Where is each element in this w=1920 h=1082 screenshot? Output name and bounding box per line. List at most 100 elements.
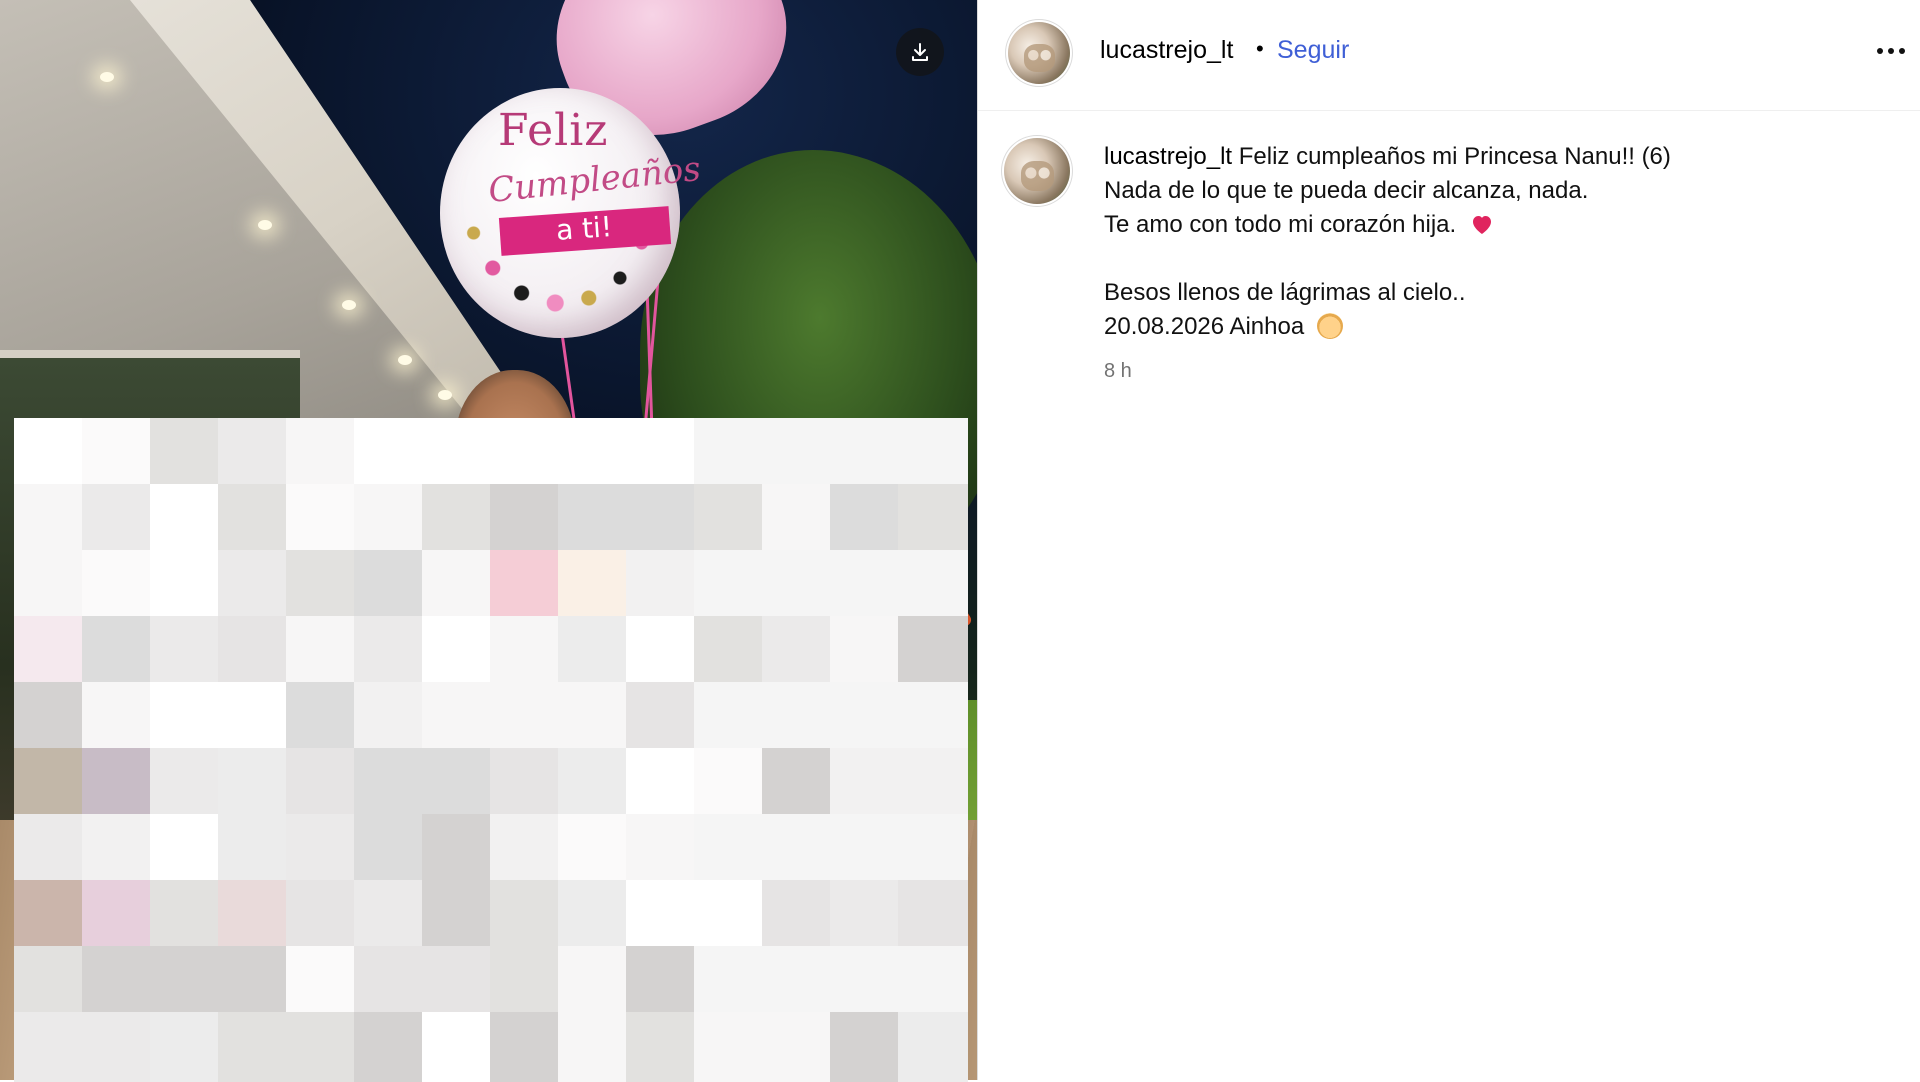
mosaic-tile — [14, 616, 84, 686]
mosaic-tile — [218, 880, 288, 950]
download-button[interactable] — [896, 28, 944, 76]
mosaic-tile — [558, 946, 628, 1016]
mosaic-tile — [830, 616, 900, 686]
mosaic-tile — [14, 946, 84, 1016]
post-caption: lucastrejo_lt Feliz cumpleaños mi Prince… — [1104, 140, 1884, 344]
mosaic-tile — [82, 682, 152, 752]
separator-dot: • — [1256, 36, 1264, 61]
mosaic-tile — [694, 1012, 764, 1082]
mosaic-tile — [490, 946, 560, 1016]
mosaic-tile — [82, 946, 152, 1016]
mosaic-tile — [422, 550, 492, 620]
balloon-text-feliz: Feliz — [498, 105, 609, 156]
mosaic-tile — [898, 880, 968, 950]
caption-text: Feliz cumpleaños mi Princesa Nanu!! (6) — [1238, 143, 1671, 170]
mosaic-tile — [286, 550, 356, 620]
mosaic-tile — [626, 550, 696, 620]
mosaic-tile — [898, 484, 968, 554]
mosaic-tile — [762, 1012, 832, 1082]
pixelated-comments — [14, 418, 968, 1082]
mosaic-tile — [626, 484, 696, 554]
caption-avatar[interactable] — [1004, 138, 1070, 204]
mosaic-tile — [626, 946, 696, 1016]
mosaic-tile — [694, 814, 764, 884]
mosaic-tile — [830, 418, 900, 488]
mosaic-tile — [422, 418, 492, 488]
mosaic-tile — [626, 682, 696, 752]
ceiling-light — [100, 72, 114, 82]
mosaic-tile — [898, 946, 968, 1016]
mosaic-tile — [898, 1012, 968, 1082]
mosaic-tile — [898, 616, 968, 686]
mosaic-tile — [218, 418, 288, 488]
mosaic-tile — [218, 1012, 288, 1082]
mosaic-tile — [762, 418, 832, 488]
mosaic-tile — [762, 550, 832, 620]
mosaic-tile — [14, 682, 84, 752]
mosaic-tile — [558, 814, 628, 884]
baby-angel-emoji-icon — [1316, 313, 1343, 339]
mosaic-tile — [626, 880, 696, 950]
mosaic-tile — [150, 550, 220, 620]
mosaic-tile — [830, 946, 900, 1016]
ceiling-light — [398, 355, 412, 365]
caption-line: lucastrejo_lt Feliz cumpleaños mi Prince… — [1104, 140, 1884, 174]
mosaic-tile — [558, 748, 628, 818]
mosaic-tile — [82, 1012, 152, 1082]
mosaic-tile — [694, 616, 764, 686]
mosaic-tile — [354, 880, 424, 950]
mosaic-tile — [762, 946, 832, 1016]
caption-line: 20.08.2026 Ainhoa — [1104, 310, 1884, 344]
mosaic-tile — [490, 682, 560, 752]
caption-username-link[interactable]: lucastrejo_lt — [1104, 143, 1232, 170]
avatar[interactable] — [1008, 22, 1070, 84]
ceiling-light — [438, 390, 452, 400]
more-options-button[interactable] — [1876, 30, 1906, 64]
mosaic-tile — [694, 880, 764, 950]
mosaic-tile — [694, 748, 764, 818]
mosaic-tile — [218, 550, 288, 620]
mosaic-tile — [82, 616, 152, 686]
mosaic-tile — [422, 682, 492, 752]
mosaic-tile — [830, 1012, 900, 1082]
mosaic-tile — [626, 418, 696, 488]
mosaic-tile — [354, 484, 424, 554]
mosaic-tile — [286, 484, 356, 554]
username-link[interactable]: lucastrejo_lt — [1100, 36, 1233, 65]
mosaic-tile — [558, 1012, 628, 1082]
mosaic-tile — [354, 418, 424, 488]
post-timestamp[interactable]: 8 h — [1104, 360, 1132, 383]
mosaic-tile — [82, 880, 152, 950]
more-horizontal-icon — [1877, 48, 1905, 54]
mosaic-tile — [286, 418, 356, 488]
mosaic-tile — [490, 616, 560, 686]
mosaic-tile — [286, 1012, 356, 1082]
red-heart-emoji-icon — [1472, 216, 1491, 234]
mosaic-tile — [14, 418, 84, 488]
follow-button[interactable]: Seguir — [1277, 36, 1349, 65]
mosaic-tile — [490, 550, 560, 620]
mosaic-tile — [830, 484, 900, 554]
mosaic-tile — [422, 946, 492, 1016]
mosaic-tile — [218, 946, 288, 1016]
mosaic-tile — [14, 1012, 84, 1082]
mosaic-tile — [422, 814, 492, 884]
mosaic-tile — [286, 814, 356, 884]
caption-text: Besos llenos de lágrimas al cielo.. — [1104, 279, 1466, 306]
mosaic-tile — [354, 616, 424, 686]
mosaic-tile — [286, 616, 356, 686]
post-details-panel: lucastrejo_lt • Seguir lucastrejo_lt Fel… — [978, 0, 1920, 1080]
mosaic-tile — [490, 484, 560, 554]
mosaic-tile — [830, 814, 900, 884]
mosaic-tile — [14, 484, 84, 554]
mosaic-tile — [898, 682, 968, 752]
mosaic-tile — [150, 418, 220, 488]
balloon-text-a-ti: a ti! — [554, 210, 614, 247]
mosaic-tile — [14, 880, 84, 950]
mosaic-tile — [354, 550, 424, 620]
mosaic-tile — [286, 880, 356, 950]
mosaic-tile — [898, 418, 968, 488]
mosaic-tile — [626, 814, 696, 884]
ceiling-light — [258, 220, 272, 230]
mosaic-tile — [354, 814, 424, 884]
